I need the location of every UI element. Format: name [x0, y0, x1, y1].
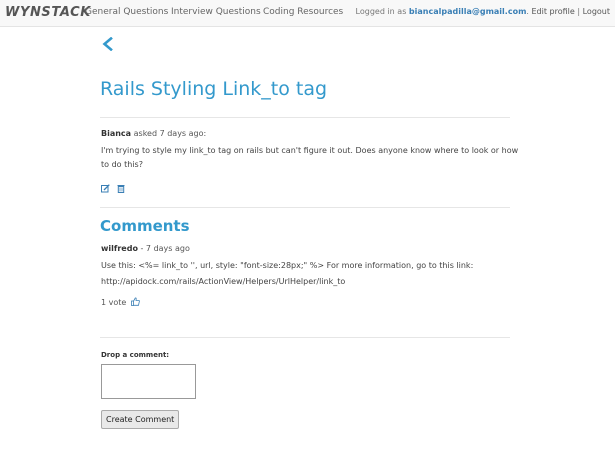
question-actions	[101, 184, 127, 193]
nav-general-questions[interactable]: General Questions	[85, 7, 168, 17]
comment-meta: wilfredo - 7 days ago	[101, 244, 190, 253]
nav-user-area: Logged in as biancalpadilla@gmail.com. E…	[356, 7, 610, 16]
comment-text: Use this: <%= link_to '', url, style: "f…	[101, 261, 474, 270]
nav-coding-resources[interactable]: Coding Resources	[263, 7, 343, 17]
nav-interview-questions[interactable]: Interview Questions	[171, 7, 261, 17]
brand-logo[interactable]: WYNSTACK	[5, 5, 91, 20]
nav-separator: |	[577, 7, 581, 16]
comment-form-label: Drop a comment:	[101, 351, 170, 359]
comment-body: Use this: <%= link_to '', url, style: "f…	[101, 258, 521, 290]
divider	[100, 117, 510, 118]
create-comment-button[interactable]: Create Comment	[101, 410, 180, 429]
edit-icon[interactable]	[101, 184, 110, 193]
comment-link: http://apidock.com/rails/ActionView/Help…	[101, 277, 346, 286]
divider	[100, 207, 510, 208]
logout-link[interactable]: Logout	[583, 7, 610, 16]
question-meta: Bianca asked 7 days ago:	[101, 129, 206, 138]
vote-area: 1 vote	[101, 297, 140, 307]
navbar: WYNSTACK General Questions Interview Que…	[0, 0, 615, 27]
question-asked-time: asked 7 days ago:	[133, 129, 207, 138]
thumbs-up-icon[interactable]	[130, 297, 140, 306]
divider	[100, 337, 510, 338]
user-email: biancalpadilla@gmail.com	[408, 7, 527, 16]
comment-author: wilfredo	[101, 244, 138, 253]
trash-icon[interactable]	[117, 184, 125, 193]
comments-heading: Comments	[100, 217, 190, 235]
comment-time: - 7 days ago	[140, 244, 190, 253]
logged-in-label: Logged in as	[355, 7, 407, 16]
question-body: I'm trying to style my link_to tag on ra…	[101, 146, 519, 169]
back-chevron-icon[interactable]	[101, 37, 115, 51]
comment-textarea[interactable]	[101, 364, 196, 399]
email-dot: .	[526, 7, 529, 16]
question-title: Rails Styling Link_to tag	[100, 78, 328, 100]
edit-profile-link[interactable]: Edit profile	[532, 7, 575, 16]
question-author: Bianca	[101, 129, 132, 138]
vote-count: 1 vote	[101, 298, 127, 307]
